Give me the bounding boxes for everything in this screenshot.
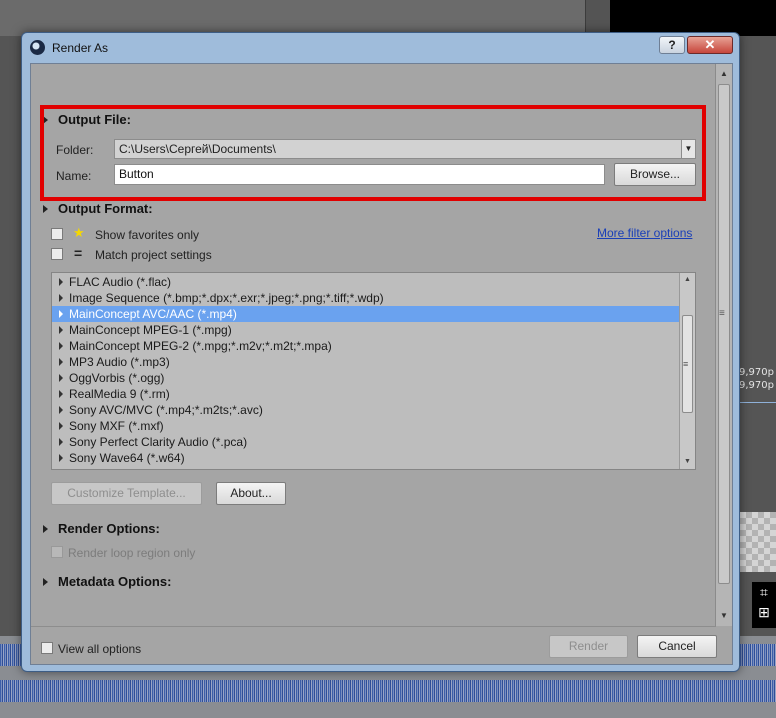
expand-arrow-icon[interactable] [59, 390, 63, 398]
format-label: RealMedia 9 (*.rm) [69, 387, 170, 401]
footer-divider [31, 626, 716, 627]
format-list-item[interactable]: FLAC Audio (*.flac) [52, 274, 679, 290]
star-icon: ★ [73, 225, 85, 240]
format-label: MainConcept MPEG-1 (*.mpg) [69, 323, 232, 337]
metadata-options-heading[interactable]: Metadata Options: [58, 574, 171, 589]
render-options-heading[interactable]: Render Options: [58, 521, 160, 536]
scroll-up-icon[interactable]: ▲ [716, 66, 732, 82]
background-thumbnail [740, 512, 776, 572]
match-project-checkbox[interactable] [51, 248, 63, 260]
format-list-item[interactable]: Sony Perfect Clarity Audio (*.pca) [52, 434, 679, 450]
background-timecode: 9,970p [739, 380, 774, 391]
expand-arrow-icon[interactable] [59, 342, 63, 350]
dialog-title: Render As [52, 41, 109, 55]
format-list-item[interactable]: Sony MXF (*.mxf) [52, 418, 679, 434]
background-marker-line [737, 402, 776, 403]
customize-template-button[interactable]: Customize Template... [51, 482, 202, 505]
view-all-options-label: View all options [58, 642, 142, 656]
format-label: Sony Wave64 (*.w64) [69, 451, 185, 465]
format-label: OggVorbis (*.ogg) [69, 371, 165, 385]
about-button[interactable]: About... [216, 482, 286, 505]
dialog-scrollbar[interactable]: ▲ ≡ ▼ [715, 64, 732, 626]
expand-arrow-icon[interactable] [59, 278, 63, 286]
format-list-item[interactable]: MainConcept AVC/AAC (*.mp4) [52, 306, 679, 322]
format-list-scrollbar[interactable]: ▲ ≡ ▼ [679, 273, 695, 469]
render-button[interactable]: Render [549, 635, 628, 658]
format-list-item[interactable]: MainConcept MPEG-1 (*.mpg) [52, 322, 679, 338]
render-loop-label: Render loop region only [68, 546, 196, 560]
more-filter-options-link[interactable]: More filter options [597, 226, 692, 240]
format-list[interactable]: FLAC Audio (*.flac) Image Sequence (*.bmp… [51, 272, 696, 470]
annotation-highlight-box [40, 105, 706, 201]
expand-arrow-icon[interactable] [59, 374, 63, 382]
format-list-item[interactable]: Sony Wave64 (*.w64) [52, 450, 679, 466]
format-label: MP3 Audio (*.mp3) [69, 355, 170, 369]
show-favorites-checkbox[interactable] [51, 228, 63, 240]
format-label: Sony Perfect Clarity Audio (*.pca) [69, 435, 248, 449]
equals-icon: = [74, 245, 83, 261]
title-bar[interactable]: Render As ? ✕ [22, 33, 739, 62]
expand-arrow-icon[interactable] [59, 406, 63, 414]
format-label: Sony MXF (*.mxf) [69, 419, 164, 433]
format-list-item[interactable]: Image Sequence (*.bmp;*.dpx;*.exr;*.jpeg… [52, 290, 679, 306]
format-label: MainConcept AVC/AAC (*.mp4) [69, 307, 237, 321]
grip-icon: ≡ [683, 359, 689, 369]
dialog-content: Output File: Folder: C:\Users\Сергей\Doc… [30, 63, 733, 665]
render-loop-checkbox[interactable] [51, 546, 63, 558]
format-label: Image Sequence (*.bmp;*.dpx;*.exr;*.jpeg… [69, 291, 384, 305]
output-format-heading[interactable]: Output Format: [58, 201, 153, 216]
grip-icon: ≡ [719, 308, 725, 319]
expand-arrow-icon[interactable] [59, 454, 63, 462]
render-as-dialog: Render As ? ✕ Output File: Folder: C:\Us… [21, 32, 740, 672]
format-label: Sony AVC/MVC (*.mp4;*.m2ts;*.avc) [69, 403, 263, 417]
cancel-button[interactable]: Cancel [637, 635, 717, 658]
background-timeline-panel [0, 0, 585, 36]
background-timecode: 9,970p [739, 367, 774, 378]
close-button[interactable]: ✕ [687, 36, 733, 54]
background-splitter [585, 0, 610, 36]
expand-arrow-icon[interactable] [59, 422, 63, 430]
scroll-down-icon[interactable]: ▼ [680, 455, 695, 469]
format-list-item[interactable]: Sony AVC/MVC (*.mp4;*.m2ts;*.avc) [52, 402, 679, 418]
format-label: MainConcept MPEG-2 (*.mpg;*.m2v;*.m2t;*.… [69, 339, 332, 353]
background-preview [610, 0, 776, 36]
format-list-item[interactable]: RealMedia 9 (*.rm) [52, 386, 679, 402]
match-project-label: Match project settings [95, 248, 212, 262]
scroll-up-icon[interactable]: ▲ [680, 273, 695, 287]
format-label: FLAC Audio (*.flac) [69, 275, 172, 289]
expand-arrow-icon[interactable] [59, 294, 63, 302]
expand-arrow-icon[interactable] [59, 326, 63, 334]
scroll-down-icon[interactable]: ▼ [716, 608, 732, 624]
app-icon [30, 40, 45, 55]
help-button[interactable]: ? [659, 36, 685, 54]
expand-arrow-icon[interactable] [59, 438, 63, 446]
expand-metadata-options-icon[interactable] [43, 578, 48, 586]
show-favorites-label: Show favorites only [95, 228, 200, 242]
scroll-thumb[interactable] [718, 84, 730, 584]
expand-arrow-icon[interactable] [59, 358, 63, 366]
format-list-item[interactable]: MP3 Audio (*.mp3) [52, 354, 679, 370]
expand-render-options-icon[interactable] [43, 525, 48, 533]
expand-output-format-icon[interactable] [43, 205, 48, 213]
format-list-item[interactable]: OggVorbis (*.ogg) [52, 370, 679, 386]
background-left-strip [0, 36, 22, 636]
format-list-item[interactable]: MainConcept MPEG-2 (*.mpg;*.m2v;*.m2t;*.… [52, 338, 679, 354]
expand-arrow-icon[interactable] [59, 310, 63, 318]
view-all-options-checkbox[interactable] [41, 642, 53, 654]
crop-tool-icon[interactable]: ⌗ ⊞ [752, 582, 776, 628]
